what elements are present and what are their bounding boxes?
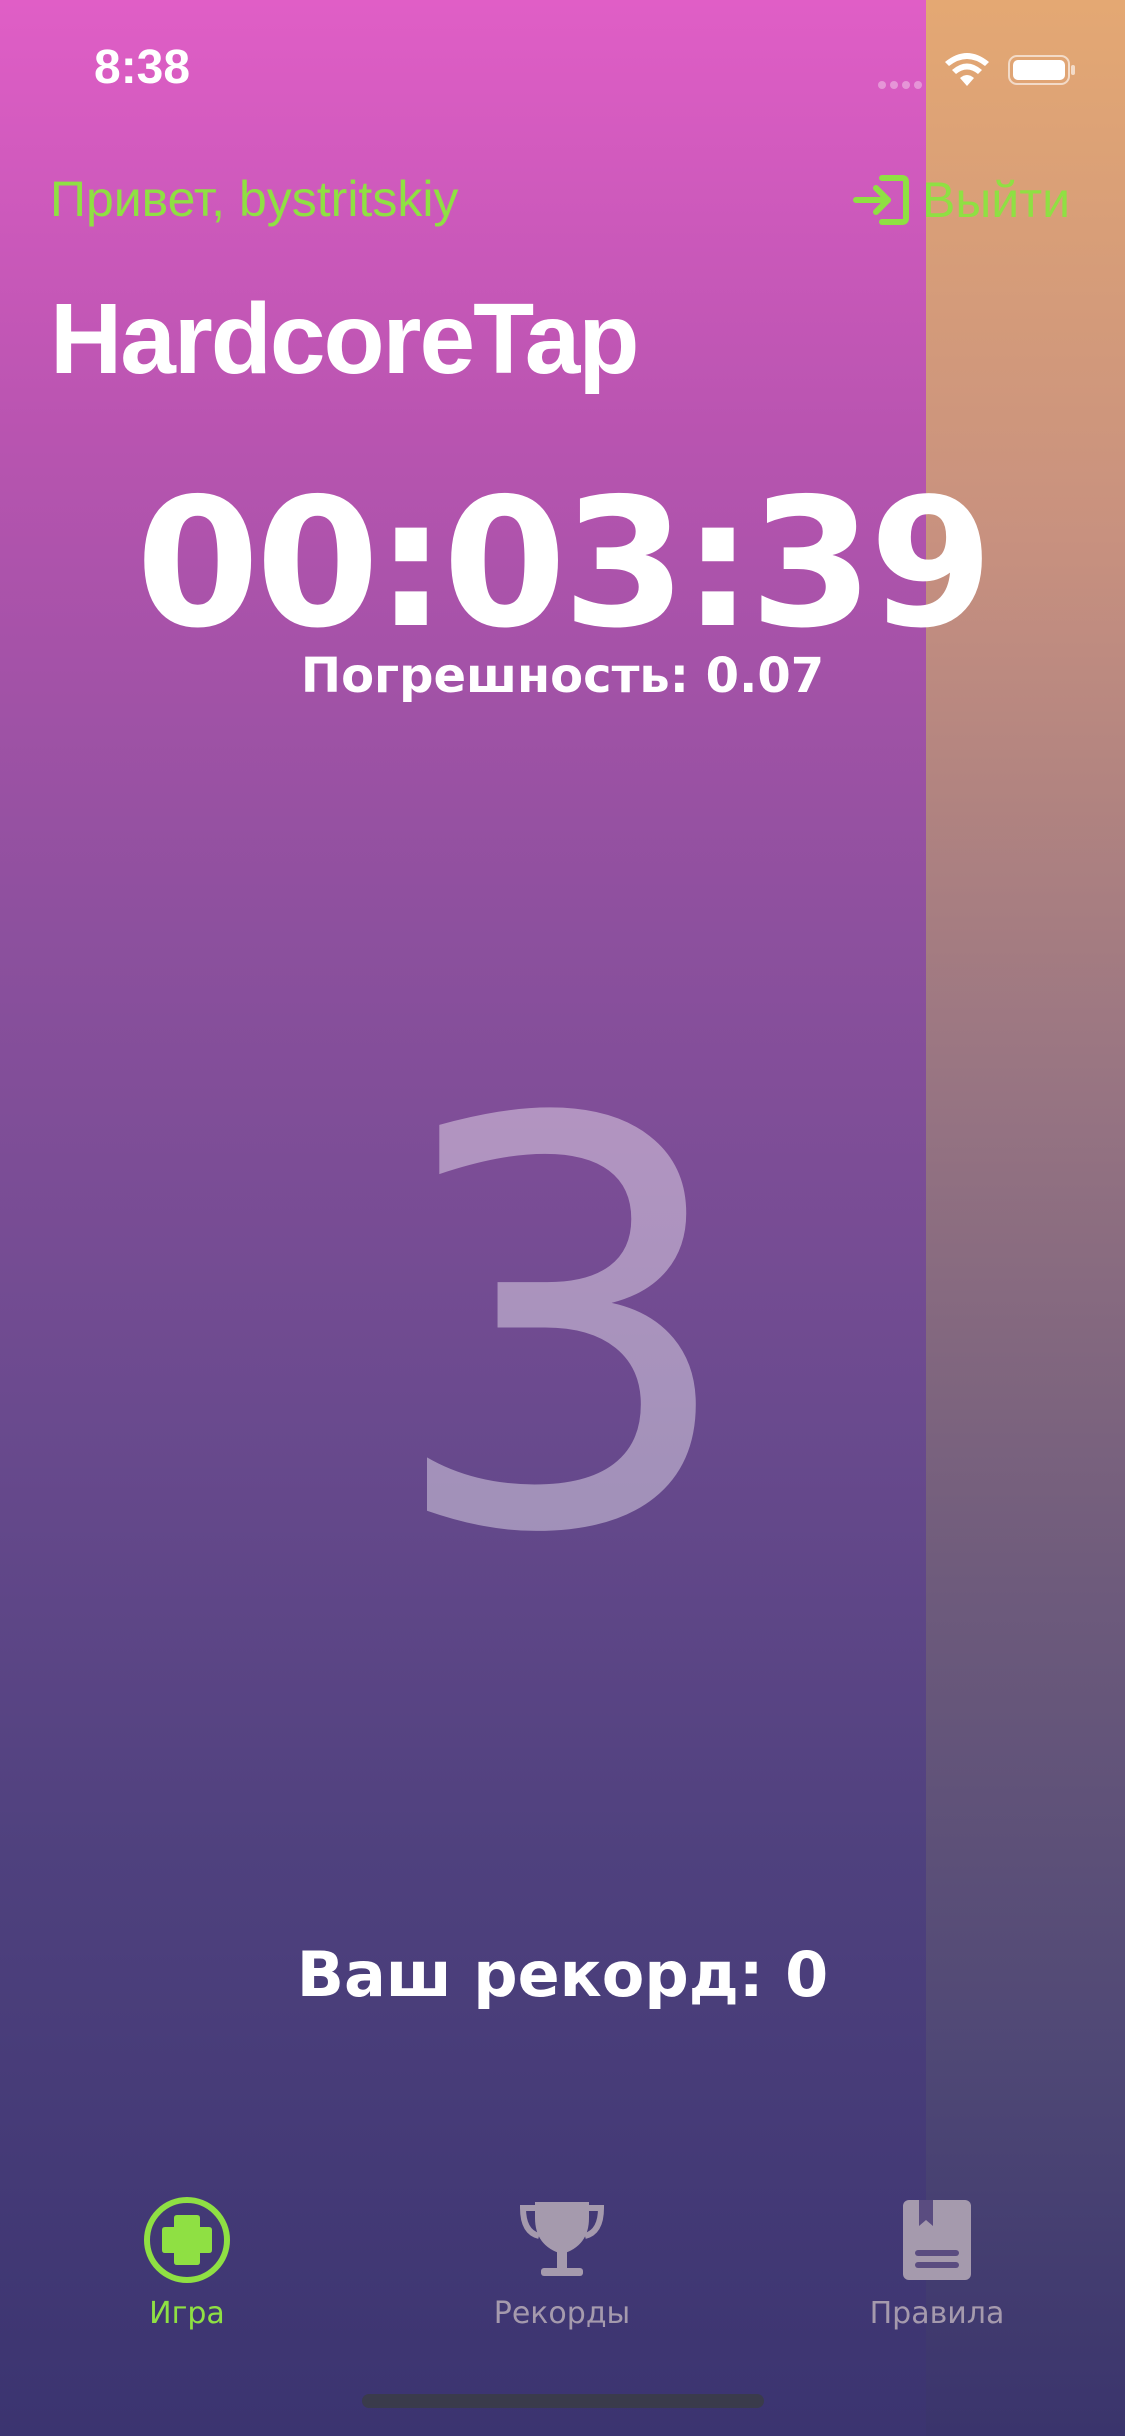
record-text: Ваш рекорд: 0 — [296, 1938, 829, 2011]
status-time: 8:38 — [94, 41, 191, 94]
tab-rules-label: Правила — [869, 2296, 1005, 2331]
game-timer: 00:03:39 — [135, 460, 993, 667]
tab-records-label: Рекорды — [493, 2296, 631, 2331]
greeting-text: Привет, bystritskiy — [50, 171, 459, 227]
tab-records[interactable]: Рекорды — [412, 2190, 712, 2331]
rules-book-icon — [903, 2200, 971, 2280]
tab-game[interactable]: Игра — [37, 2190, 337, 2331]
logout-icon — [853, 175, 909, 225]
tab-bar: Игра Рекорды Правила — [0, 2190, 1125, 2350]
logout-label: Выйти — [922, 172, 1071, 228]
status-indicators — [878, 52, 1078, 92]
error-margin-text: Погрешность: 0.07 — [300, 648, 825, 704]
app-title: HardcoreTap — [50, 283, 639, 395]
logout-button[interactable]: Выйти — [852, 170, 1070, 230]
cellular-signal-icon — [878, 76, 932, 89]
wifi-icon — [945, 53, 989, 86]
game-icon — [144, 2197, 230, 2283]
tab-rules[interactable]: Правила — [787, 2190, 1087, 2331]
battery-icon — [1008, 55, 1075, 85]
trophy-icon — [519, 2202, 605, 2276]
home-indicator[interactable] — [362, 2394, 764, 2408]
countdown-number[interactable]: 3 — [0, 1050, 1125, 1610]
tab-game-label: Игра — [149, 2296, 225, 2331]
